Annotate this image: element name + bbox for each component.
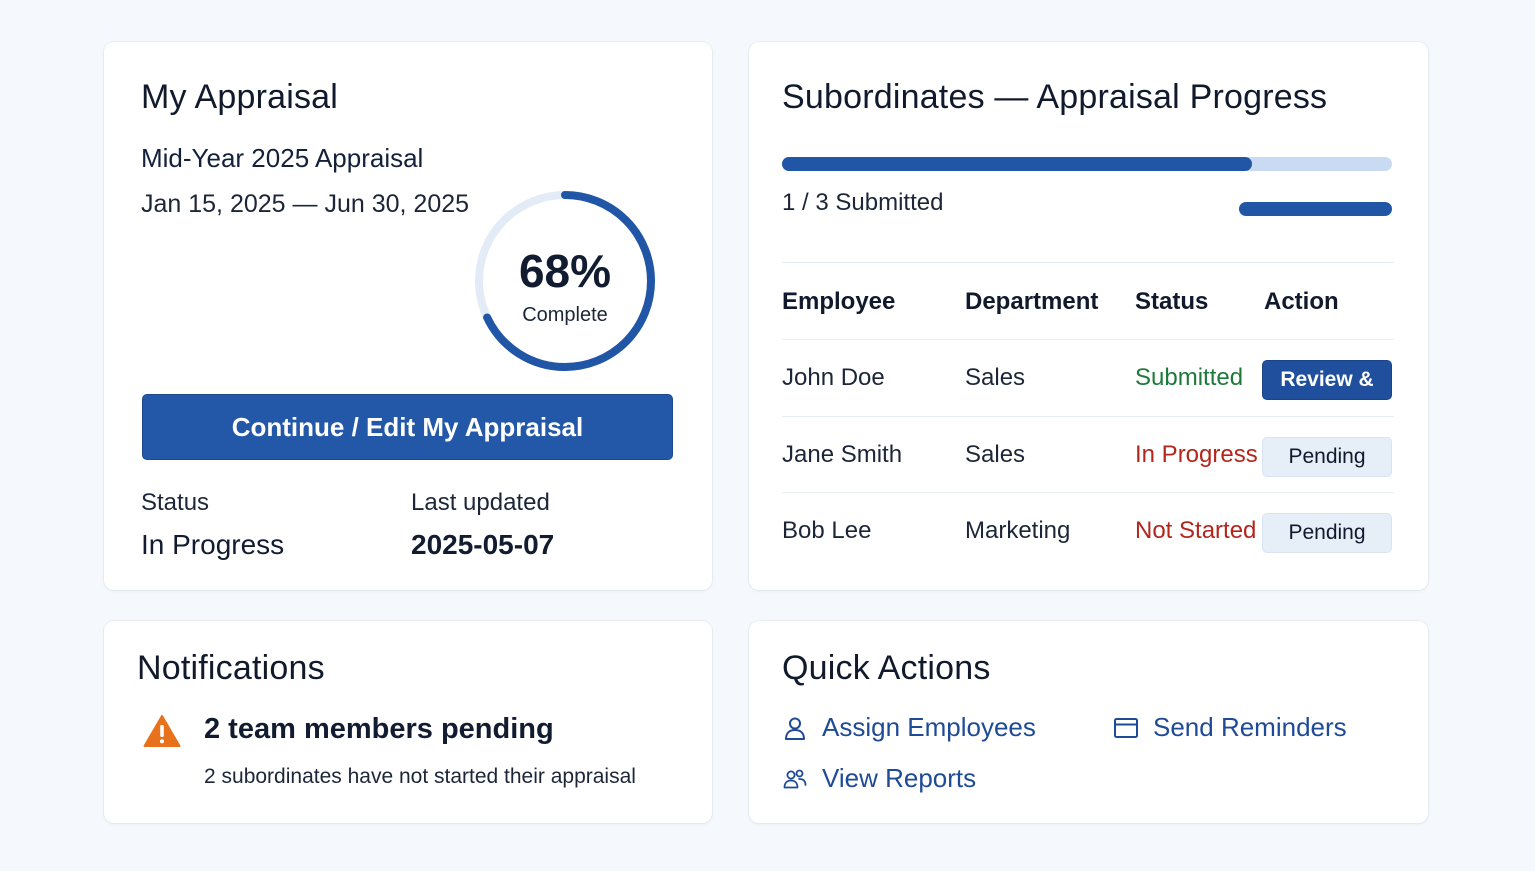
employee-name: John Doe bbox=[782, 364, 885, 391]
assign-employees-link[interactable]: Assign Employees bbox=[782, 712, 1036, 743]
send-reminders-link[interactable]: Send Reminders bbox=[1113, 712, 1347, 743]
my-appraisal-card: My Appraisal Mid-Year 2025 Appraisal Jan… bbox=[104, 42, 712, 590]
subordinates-title: Subordinates — Appraisal Progress bbox=[782, 78, 1328, 116]
employee-name: Jane Smith bbox=[782, 441, 903, 468]
review-button[interactable]: Review & bbox=[1262, 360, 1392, 400]
submitted-count: 1 / 3 Submitted bbox=[782, 189, 944, 216]
send-reminders-label: Send Reminders bbox=[1153, 712, 1347, 742]
view-reports-label: View Reports bbox=[822, 763, 977, 793]
column-header-employee: Employee bbox=[782, 288, 896, 315]
pending-button[interactable]: Pending bbox=[1262, 513, 1392, 553]
team-icon bbox=[783, 769, 807, 788]
table-row: John Doe Sales Submitted Review & bbox=[782, 339, 1394, 415]
subordinates-progress-bar bbox=[782, 157, 1392, 171]
assign-employees-label: Assign Employees bbox=[822, 712, 1036, 742]
employee-department: Marketing bbox=[965, 517, 1071, 544]
progress-percent: 68% bbox=[518, 245, 612, 297]
pending-button[interactable]: Pending bbox=[1262, 437, 1392, 477]
table-row: Bob Lee Marketing Not Started Pending bbox=[782, 492, 1394, 568]
my-appraisal-title: My Appraisal bbox=[141, 78, 339, 116]
appraisal-progress-ring: 68% Complete bbox=[470, 186, 660, 376]
last-updated-value: 2025-05-07 bbox=[411, 529, 555, 560]
progress-label: Complete bbox=[522, 304, 608, 326]
notification-detail: 2 subordinates have not started their ap… bbox=[204, 765, 636, 788]
quick-actions-card: Quick Actions Assign Employees Send Remi… bbox=[749, 621, 1428, 823]
view-reports-link[interactable]: View Reports bbox=[782, 763, 976, 794]
employee-department: Sales bbox=[965, 364, 1026, 391]
status-value: In Progress bbox=[141, 529, 285, 560]
notification-headline[interactable]: 2 team members pending bbox=[204, 713, 554, 746]
subordinates-progress-fill bbox=[782, 157, 1252, 171]
continue-edit-appraisal-button[interactable]: Continue / Edit My Appraisal bbox=[142, 394, 673, 460]
submitted-indicator-bar bbox=[1239, 202, 1392, 216]
appraisal-cycle-name: Mid-Year 2025 Appraisal bbox=[141, 143, 424, 173]
notifications-title: Notifications bbox=[137, 649, 325, 687]
employee-name: Bob Lee bbox=[782, 517, 872, 544]
column-header-action: Action bbox=[1264, 288, 1339, 315]
last-updated-label: Last updated bbox=[411, 489, 550, 516]
table-row: Jane Smith Sales In Progress Pending bbox=[782, 416, 1394, 492]
employee-status: In Progress bbox=[1135, 441, 1258, 468]
column-header-status: Status bbox=[1135, 288, 1209, 315]
appraisal-cycle-dates: Jan 15, 2025 — Jun 30, 2025 bbox=[141, 190, 470, 218]
status-label: Status bbox=[141, 489, 210, 516]
column-header-department: Department bbox=[965, 288, 1099, 315]
employee-status: Not Started bbox=[1135, 517, 1257, 544]
quick-actions-title: Quick Actions bbox=[782, 649, 991, 687]
employee-department: Sales bbox=[965, 441, 1026, 468]
warning-icon bbox=[143, 715, 181, 747]
calendar-icon bbox=[1114, 717, 1138, 738]
subordinates-progress-card: Subordinates — Appraisal Progress 1 / 3 … bbox=[749, 42, 1428, 590]
notifications-card: Notifications 2 team members pending 2 s… bbox=[104, 621, 712, 823]
user-icon bbox=[785, 717, 805, 740]
employee-status: Submitted bbox=[1135, 364, 1244, 391]
table-divider bbox=[782, 262, 1394, 263]
